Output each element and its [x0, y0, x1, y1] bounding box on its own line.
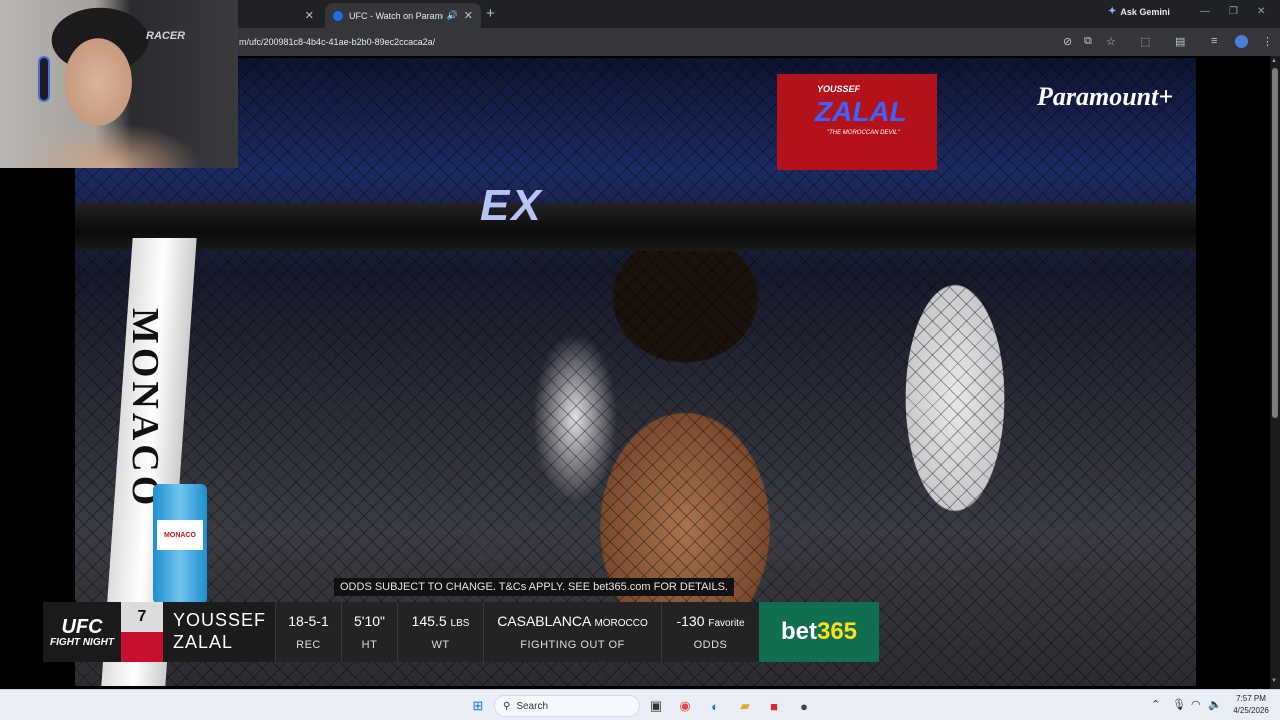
clock-time: 7:57 PM: [1236, 694, 1266, 703]
profile-avatar-icon[interactable]: [1235, 35, 1248, 48]
side-panel-icon[interactable]: ▤: [1175, 35, 1185, 48]
fighter-last-name: ZALAL: [173, 632, 234, 652]
bookmark-star-icon[interactable]: ☆: [1106, 35, 1116, 48]
rail-sponsor-text: EX: [480, 181, 543, 230]
hometown-label: FIGHTING OUT OF: [520, 639, 625, 651]
scroll-down-icon[interactable]: ▼: [1271, 678, 1277, 684]
speaker-icon[interactable]: 🔊: [447, 10, 458, 21]
gemini-spark-icon: ✦: [1108, 6, 1117, 17]
scrollbar-thumb[interactable]: [1272, 68, 1278, 418]
can-label: MONACO: [157, 520, 203, 550]
bet365-logo: bet 365: [759, 602, 879, 662]
fighter-first-name: YOUSSEF: [173, 610, 267, 630]
hometown-value: CASABLANCA MOROCCO: [497, 613, 648, 629]
corner-color-swatch: [121, 632, 163, 662]
start-windows-icon[interactable]: ⊞: [468, 696, 488, 716]
odds-note: Favorite: [708, 618, 745, 629]
ask-gemini-button[interactable]: ✦ Ask Gemini: [1108, 6, 1170, 17]
close-tab-icon[interactable]: ✕: [305, 9, 314, 22]
weight-unit: LBS: [450, 618, 470, 629]
height-label: HT: [361, 639, 378, 651]
bet365-num-text: 365: [816, 618, 858, 645]
webcam-overlay: RACER: [0, 0, 238, 168]
fighter-rank: 7: [121, 602, 163, 662]
volume-icon[interactable]: 🔈: [1208, 698, 1222, 711]
fighter-name: YOUSSEF ZALAL: [163, 602, 275, 662]
file-explorer-icon[interactable]: ▰: [735, 696, 755, 716]
close-tab-icon[interactable]: ✕: [464, 9, 473, 22]
weight-value-group: 145.5 LBS: [412, 613, 470, 629]
screen-first-name: YOUSSEF: [817, 84, 861, 94]
record-label: REC: [296, 639, 321, 651]
wifi-icon[interactable]: ◠: [1191, 698, 1201, 711]
height-value: 5'10": [353, 613, 385, 629]
stat-weight: 145.5 LBS WT: [397, 602, 483, 662]
weight-label: WT: [431, 639, 450, 651]
edge-icon[interactable]: ◐: [705, 696, 725, 716]
search-icon: ⚲: [503, 700, 511, 712]
odds-disclaimer: ODDS SUBJECT TO CHANGE. T&Cs APPLY. SEE …: [334, 578, 734, 596]
close-window-icon[interactable]: ✕: [1257, 6, 1265, 17]
tab-title: UFC - Watch on Paramount: [349, 10, 443, 21]
weight-value: 145.5: [411, 613, 447, 629]
page-scrollbar[interactable]: ▲ ▼: [1270, 56, 1280, 689]
microphone-icon[interactable]: 🎙: [1172, 698, 1186, 711]
stat-record: 18-5-1 REC: [275, 602, 341, 662]
ask-gemini-label: Ask Gemini: [1120, 6, 1170, 17]
task-view-icon[interactable]: ▣: [646, 696, 666, 716]
ufc-logo-text: UFC: [61, 615, 103, 638]
cage-top-rail: [75, 203, 1196, 251]
app-red-icon[interactable]: ■: [764, 696, 784, 716]
menu-kebab-icon[interactable]: ⋮: [1262, 35, 1273, 48]
hometown-country: MOROCCO: [594, 618, 648, 629]
reading-list-icon[interactable]: ≡: [1211, 35, 1217, 47]
tray-chevron-icon[interactable]: ⌃: [1151, 698, 1160, 711]
minimize-icon[interactable]: —: [1200, 6, 1210, 17]
paramount-favicon-icon: [333, 10, 343, 21]
bet365-bet-text: bet: [780, 618, 817, 645]
extensions-icon[interactable]: ⬚: [1140, 35, 1150, 48]
chair-brand-text: RACER: [146, 30, 186, 42]
windows-taskbar: ⊞ ⚲ Search ▣ ◉ ◐ ▰ ■ ● ⌃ 🎙 ◠ 🔈 7:57 PM 4…: [0, 689, 1280, 720]
tab-paramount[interactable]: UFC - Watch on Paramount 🔊 ✕: [325, 3, 481, 28]
stat-odds: -130 Favorite ODDS: [661, 602, 759, 662]
scroll-up-icon[interactable]: ▲: [1271, 58, 1277, 64]
stat-height: 5'10" HT: [341, 602, 397, 662]
taskbar-search[interactable]: ⚲ Search: [494, 695, 640, 717]
chrome-icon[interactable]: ◉: [675, 696, 695, 716]
rank-number: 7: [121, 602, 163, 632]
hometown-city: CASABLANCA: [497, 613, 591, 629]
arena-screen-graphic: YOUSSEF ZALAL "THE MOROCCAN DEVIL": [777, 74, 937, 170]
fighter-lower-third: UFC FIGHT NIGHT 7 YOUSSEF ZALAL 18-5-1 R…: [43, 602, 879, 662]
paramount-plus-logo: Paramount+: [1037, 82, 1174, 111]
odds-value: -130: [676, 613, 705, 629]
url-field[interactable]: m/ufc/200981c8-4b4c-41ae-b2b0-89ec2ccaca…: [239, 37, 435, 47]
clock-date: 4/25/2026: [1233, 706, 1269, 715]
stat-hometown: CASABLANCA MOROCCO FIGHTING OUT OF: [483, 602, 661, 662]
tab-inactive[interactable]: ✕: [230, 3, 322, 28]
fight-night-text: FIGHT NIGHT: [50, 636, 114, 648]
odds-label: ODDS: [693, 639, 728, 651]
headset-image: [38, 56, 50, 102]
new-tab-icon[interactable]: +: [486, 5, 495, 22]
screen-last-name: ZALAL: [815, 96, 907, 127]
taskbar-clock[interactable]: 7:57 PM 4/25/2026: [1228, 693, 1274, 717]
screen-nickname: "THE MOROCCAN DEVIL": [827, 130, 900, 136]
odds-value-group: -130 Favorite: [676, 613, 744, 629]
post-sponsor-label: MONACO: [124, 308, 166, 510]
tracking-protection-icon[interactable]: ⊘: [1063, 35, 1072, 48]
app-dark-icon[interactable]: ●: [794, 696, 814, 716]
search-placeholder: Search: [516, 700, 549, 712]
ufc-fight-night-logo: UFC FIGHT NIGHT: [43, 602, 121, 662]
record-value: 18-5-1: [288, 613, 329, 629]
restore-icon[interactable]: ❐: [1229, 6, 1238, 17]
cast-icon[interactable]: ⧉: [1084, 35, 1092, 48]
